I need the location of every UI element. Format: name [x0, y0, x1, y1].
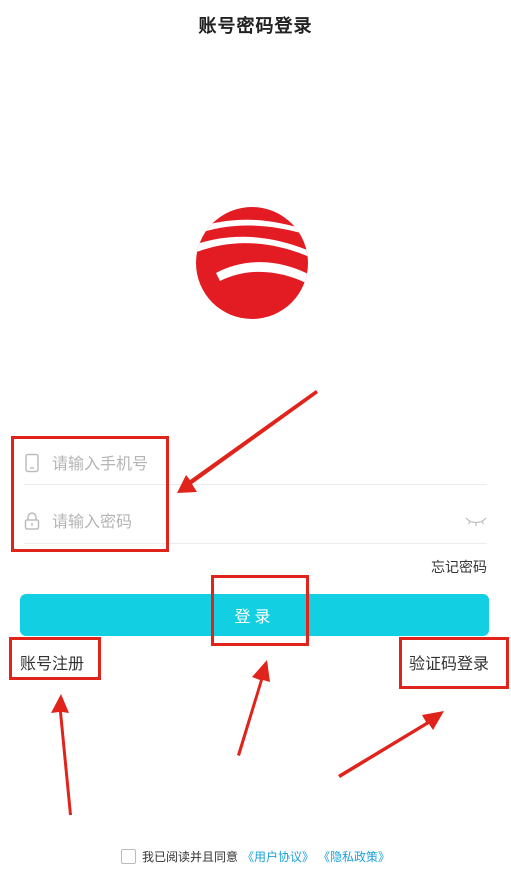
agreement-checkbox[interactable] [120, 849, 136, 864]
login-button[interactable]: 登录 [20, 594, 489, 636]
agreement-row: 我已阅读并且同意 《用户协议》 《隐私政策》 [0, 848, 511, 865]
agreement-text: 我已阅读并且同意 [141, 850, 238, 864]
phone-icon [25, 453, 39, 473]
privacy-policy-link[interactable]: 《隐私政策》 [318, 848, 390, 865]
arrow-to-login [237, 660, 270, 756]
password-input[interactable] [52, 511, 465, 531]
password-field[interactable] [20, 492, 489, 550]
user-agreement-link[interactable]: 《用户协议》 [242, 848, 314, 865]
phone-input[interactable] [52, 453, 489, 473]
lock-icon [24, 512, 40, 530]
password-divider [24, 543, 487, 544]
phone-divider [24, 484, 487, 485]
code-login-link[interactable]: 验证码登录 [409, 650, 489, 674]
forgot-password-link[interactable]: 忘记密码 [431, 557, 487, 577]
page-title: 账号密码登录 [198, 16, 313, 37]
eye-closed-icon[interactable] [465, 515, 487, 527]
arrow-to-register [51, 694, 72, 815]
brand-logo [196, 207, 308, 319]
register-link[interactable]: 账号注册 [20, 650, 84, 674]
arrow-to-code-login [338, 711, 444, 778]
